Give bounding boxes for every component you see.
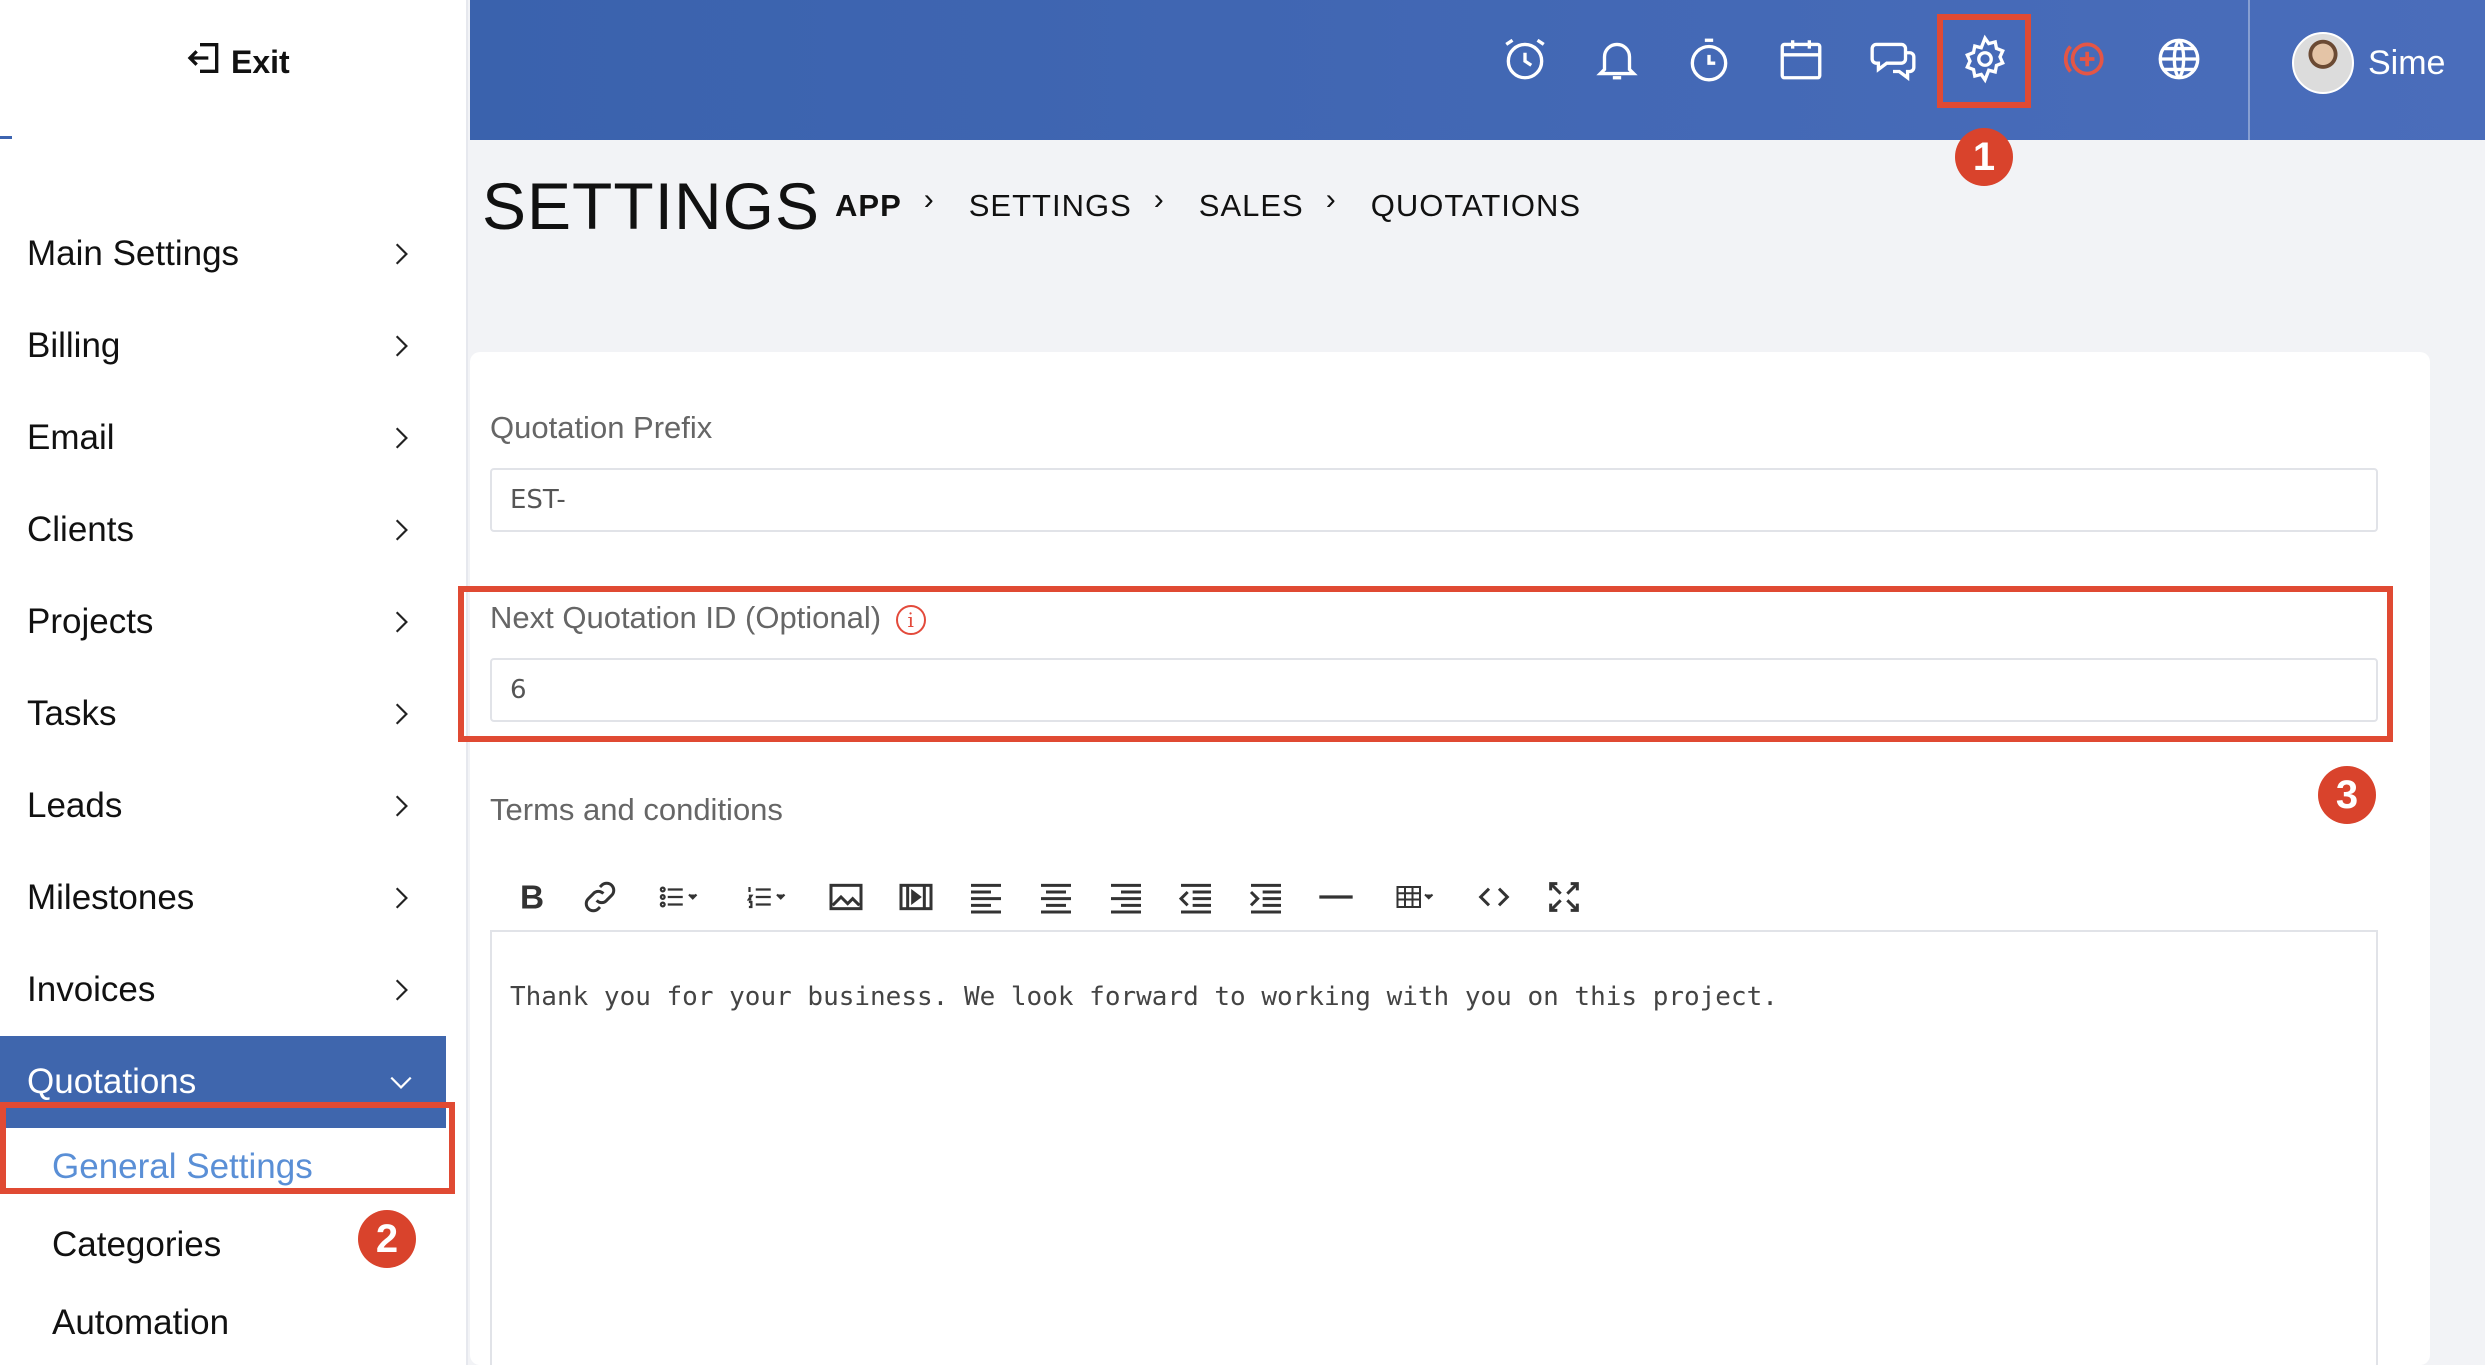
sidebar-item-label: Projects: [27, 602, 154, 641]
user-name: Sime: [2368, 43, 2446, 82]
editor-toolbar: B: [500, 867, 1604, 927]
chevron-right-icon: [395, 519, 408, 541]
exit-button[interactable]: Exit: [185, 38, 290, 86]
highlight-gear: [1937, 14, 2031, 108]
fullscreen-icon[interactable]: [1534, 869, 1594, 925]
chevron-right-icon: [395, 611, 408, 633]
breadcrumb: APP › SETTINGS › SALES › QUOTATIONS: [835, 183, 1582, 224]
prefix-label: Quotation Prefix: [490, 410, 713, 445]
code-view-icon[interactable]: [1464, 869, 1524, 925]
badge-step-3: 3: [2318, 766, 2376, 824]
sidebar-item-email[interactable]: Email: [0, 392, 446, 484]
header-divider: [2248, 0, 2250, 140]
breadcrumb-settings[interactable]: SETTINGS: [969, 188, 1132, 224]
chevron-right-icon: [395, 795, 408, 817]
calendar-icon[interactable]: [1772, 30, 1830, 88]
highlight-general-settings: [0, 1102, 455, 1194]
sidebar-item-invoices[interactable]: Invoices: [0, 944, 446, 1036]
submenu-item-label: Automation: [52, 1303, 230, 1342]
chevron-right-icon: [395, 243, 408, 265]
sidebar-item-clients[interactable]: Clients: [0, 484, 446, 576]
sidebar-item-label: Clients: [27, 510, 134, 549]
sidebar-item-label: Tasks: [27, 694, 117, 733]
sidebar-item-label: Main Settings: [27, 234, 240, 273]
sidebar-item-projects[interactable]: Projects: [0, 576, 446, 668]
submenu-item-label: Categories: [52, 1225, 222, 1264]
quotation-prefix-input[interactable]: [490, 468, 2378, 532]
breadcrumb-chevron-icon: ›: [923, 183, 935, 216]
sidebar-item-billing[interactable]: Billing: [0, 300, 446, 392]
globe-icon[interactable]: [2150, 30, 2208, 88]
sidebar-item-label: Invoices: [27, 970, 156, 1009]
svg-text:B: B: [520, 880, 544, 917]
chevron-right-icon: [395, 335, 408, 357]
link-icon[interactable]: [570, 869, 630, 925]
badge-step-2: 2: [358, 1210, 416, 1268]
submenu-item-automation[interactable]: Automation: [0, 1284, 446, 1362]
breadcrumb-app[interactable]: APP: [835, 188, 902, 224]
breadcrumb-quotations: QUOTATIONS: [1370, 188, 1582, 223]
sidebar-accent: [0, 136, 12, 139]
breadcrumb-chevron-icon: ›: [1153, 183, 1165, 216]
horizontal-rule-icon[interactable]: [1306, 869, 1366, 925]
chevron-right-icon: [395, 979, 408, 1001]
sidebar-item-milestones[interactable]: Milestones: [0, 852, 446, 944]
bold-icon[interactable]: B: [500, 869, 560, 925]
stopwatch-icon[interactable]: [1680, 30, 1738, 88]
page-title: SETTINGS: [482, 169, 821, 243]
exit-label: Exit: [231, 43, 290, 80]
chevron-right-icon: [395, 887, 408, 909]
exit-icon: [185, 38, 225, 86]
avatar: [2292, 32, 2354, 94]
table-icon[interactable]: [1376, 869, 1454, 925]
align-center-icon[interactable]: [1026, 869, 1086, 925]
outdent-icon[interactable]: [1166, 869, 1226, 925]
chevron-down-icon: [390, 1076, 412, 1089]
sidebar-item-label: Milestones: [27, 878, 195, 917]
sidebar-item-label: Leads: [27, 786, 123, 825]
highlight-next-id: [458, 586, 2393, 742]
align-right-icon[interactable]: [1096, 869, 1156, 925]
sidebar-item-label: Quotations: [27, 1062, 197, 1101]
badge-step-1: 1: [1955, 128, 2013, 186]
align-left-icon[interactable]: [956, 869, 1016, 925]
settings-card: Quotation Prefix Next Quotation ID (Opti…: [470, 352, 2430, 1365]
bullet-list-icon[interactable]: [640, 869, 718, 925]
chevron-right-icon: [395, 427, 408, 449]
alarm-clock-icon[interactable]: [1496, 30, 1554, 88]
sidebar-item-label: Email: [27, 418, 115, 457]
user-menu[interactable]: Sime: [2292, 32, 2445, 94]
terms-label: Terms and conditions: [490, 792, 783, 827]
sidebar-item-leads[interactable]: Leads: [0, 760, 446, 852]
video-icon[interactable]: [886, 869, 946, 925]
sidebar-item-tasks[interactable]: Tasks: [0, 668, 446, 760]
indent-icon[interactable]: [1236, 869, 1296, 925]
sidebar-item-label: Billing: [27, 326, 121, 365]
terms-text: Thank you for your business. We look for…: [510, 982, 1778, 1012]
terms-editor[interactable]: Thank you for your business. We look for…: [490, 930, 2378, 1365]
breadcrumb-chevron-icon: ›: [1325, 183, 1337, 216]
breadcrumb-sales[interactable]: SALES: [1199, 188, 1304, 224]
numbered-list-icon[interactable]: [728, 869, 806, 925]
bell-icon[interactable]: [1588, 30, 1646, 88]
image-icon[interactable]: [816, 869, 876, 925]
chat-icon[interactable]: [1864, 30, 1922, 88]
top-bar: Sime: [470, 0, 2485, 140]
sidebar-item-main-settings[interactable]: Main Settings: [0, 208, 446, 300]
add-circle-icon[interactable]: [2054, 30, 2112, 88]
chevron-right-icon: [395, 703, 408, 725]
